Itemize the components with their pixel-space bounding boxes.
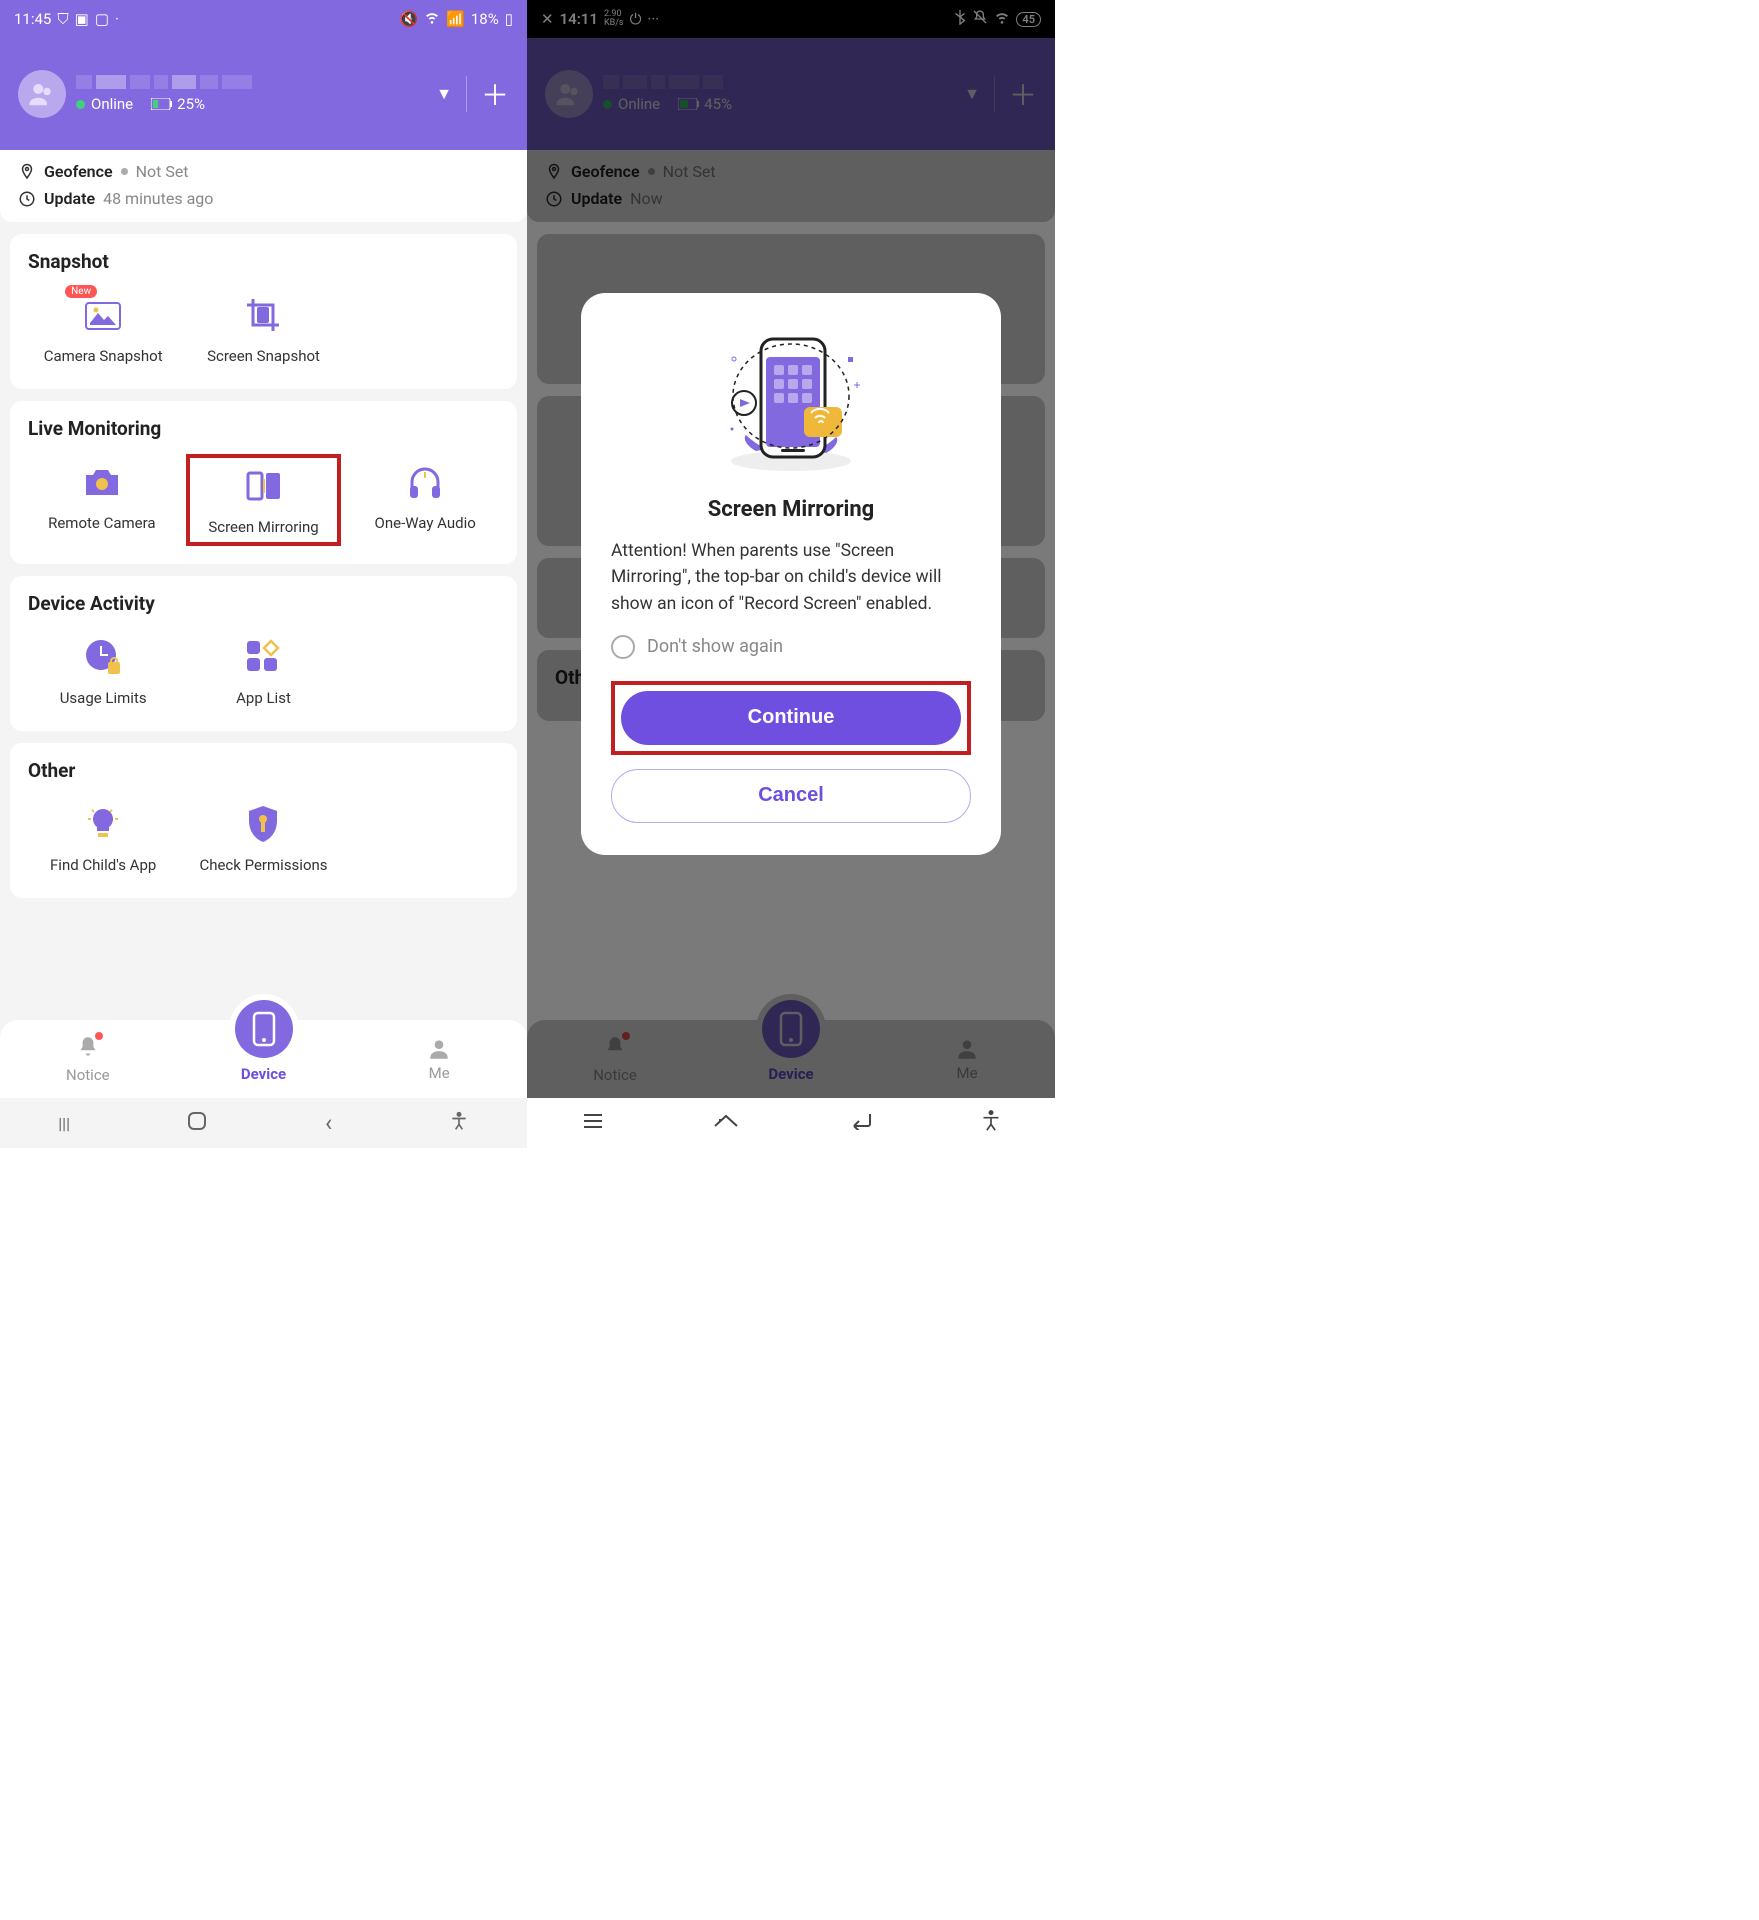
bulb-icon [84, 805, 122, 843]
app-list-tile[interactable]: App List [188, 629, 338, 713]
other-title: Other [28, 759, 499, 782]
check-permissions-tile[interactable]: Check Permissions [188, 796, 338, 880]
screen-snapshot-tile[interactable]: Screen Snapshot [188, 287, 338, 371]
online-label: Online [91, 95, 133, 113]
dont-show-checkbox[interactable]: Don't show again [611, 635, 971, 659]
notification-dot-icon [95, 1032, 103, 1040]
one-way-audio-tile[interactable]: One-Way Audio [351, 454, 499, 546]
activity-title: Device Activity [28, 592, 499, 615]
shield-key-icon [246, 804, 280, 844]
avatar[interactable] [18, 70, 66, 118]
dot-icon: · [115, 10, 119, 28]
android-nav [527, 1098, 1055, 1148]
back-icon[interactable] [848, 1112, 872, 1134]
usage-limits-tile[interactable]: Usage Limits [28, 629, 178, 713]
modal-body: Attention! When parents use "Screen Mirr… [611, 538, 971, 617]
chevron-down-icon[interactable]: ▼ [436, 84, 452, 104]
online-dot-icon [76, 100, 85, 109]
wifi-icon [424, 9, 440, 29]
device-activity-card: Device Activity Usage Limits App List [10, 576, 517, 731]
status-bar: 11:45 ⛉ ▣ ▢ · 🔇 📶 18% ▯ [0, 0, 527, 38]
live-title: Live Monitoring [28, 417, 499, 440]
geofence-row[interactable]: Geofence Not Set [18, 158, 509, 185]
right-screenshot: ✕ 14:11 2.90KB/s ⏻ ··· 45 Online 45% [527, 0, 1055, 1148]
device-battery: 25% [177, 95, 205, 113]
camera-snapshot-tile[interactable]: New Camera Snapshot [28, 287, 178, 371]
person-icon [426, 1036, 452, 1062]
headphones-icon [406, 464, 444, 500]
sd-icon: ▣ [75, 10, 89, 28]
modal-illustration [611, 321, 971, 481]
left-screenshot: 11:45 ⛉ ▣ ▢ · 🔇 📶 18% ▯ Online [0, 0, 527, 1148]
battery-icon [151, 98, 173, 110]
nav-me[interactable]: Me [351, 1020, 527, 1098]
signal-icon: 📶 [446, 10, 465, 28]
bottom-nav: Notice Device Me [0, 1020, 527, 1098]
crop-icon [245, 297, 281, 333]
mute-icon: 🔇 [400, 10, 419, 28]
status-battery: 18% [471, 10, 499, 28]
new-badge: New [65, 285, 97, 298]
shield-icon: ⛉ [57, 10, 68, 28]
phone-icon [252, 1011, 276, 1047]
modal-title: Screen Mirroring [611, 497, 971, 522]
mirror-icon [244, 469, 284, 503]
other-card: Other Find Child's App Check Permissions [10, 743, 517, 898]
battery-icon: ▯ [505, 10, 513, 28]
checkbox-icon[interactable] [611, 635, 635, 659]
nav-device[interactable]: Device [176, 1020, 352, 1098]
info-strip: Geofence Not Set Update 48 minutes ago [0, 150, 527, 222]
remote-camera-tile[interactable]: Remote Camera [28, 454, 176, 546]
image-icon: ▢ [95, 10, 109, 28]
menu-icon[interactable] [582, 1113, 604, 1133]
snapshot-title: Snapshot [28, 250, 499, 273]
recents-icon[interactable]: ||| [58, 1114, 70, 1133]
update-row[interactable]: Update 48 minutes ago [18, 185, 509, 212]
screen-mirroring-tile[interactable]: Screen Mirroring [186, 454, 342, 546]
cancel-button[interactable]: Cancel [611, 769, 971, 823]
clock-lock-icon [84, 638, 122, 676]
home-icon[interactable] [713, 1112, 739, 1134]
camera-icon [82, 465, 122, 499]
pin-icon [18, 163, 36, 181]
add-button[interactable]: ＋ [481, 74, 509, 114]
accessibility-icon[interactable] [981, 1110, 1001, 1136]
live-monitoring-card: Live Monitoring Remote Camera Screen Mir… [10, 401, 517, 564]
home-icon[interactable] [186, 1110, 208, 1136]
continue-button[interactable]: Continue [621, 691, 961, 745]
snapshot-card: Snapshot New Camera Snapshot Screen Snap… [10, 234, 517, 389]
status-time: 11:45 [14, 10, 51, 28]
app-header: Online 25% ▼ ＋ [0, 38, 527, 150]
back-icon[interactable]: ‹ [325, 1109, 332, 1137]
screen-mirroring-modal: Screen Mirroring Attention! When parents… [581, 293, 1001, 855]
photo-icon [84, 299, 122, 331]
modal-overlay: Screen Mirroring Attention! When parents… [527, 0, 1055, 1148]
apps-icon [245, 639, 281, 675]
accessibility-icon[interactable] [449, 1111, 469, 1135]
android-nav: ||| ‹ [0, 1098, 527, 1148]
clock-icon [18, 190, 36, 208]
nav-notice[interactable]: Notice [0, 1020, 176, 1098]
find-child-app-tile[interactable]: Find Child's App [28, 796, 178, 880]
blurred-name [76, 75, 422, 89]
